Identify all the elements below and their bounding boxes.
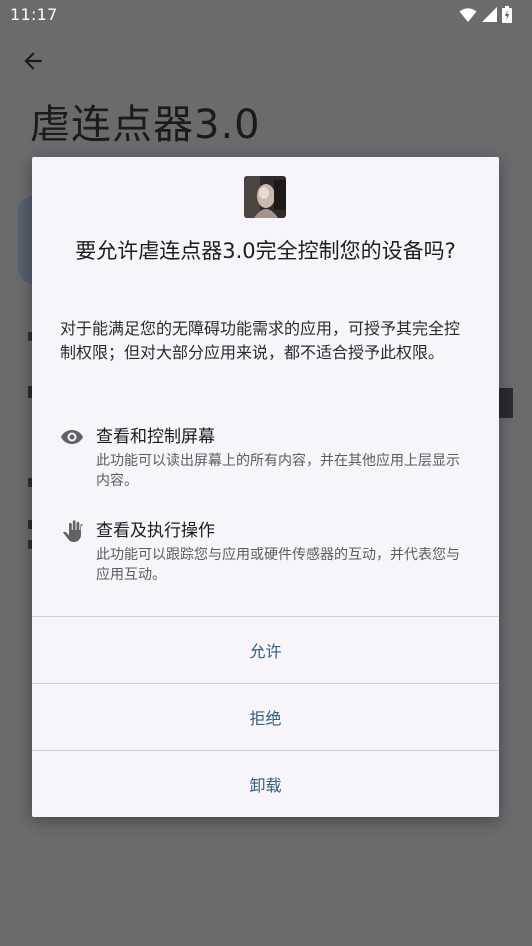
- dialog-title: 要允许虐连点器3.0完全控制您的设备吗?: [75, 239, 456, 263]
- wifi-icon: [459, 7, 477, 22]
- permission-title: 查看和控制屏幕: [96, 427, 215, 447]
- status-time: 11:17: [10, 5, 58, 24]
- uninstall-button[interactable]: 卸载: [32, 751, 499, 817]
- status-icons: [459, 6, 512, 23]
- dialog-description: 对于能满足您的无障碍功能需求的应用，可授予其完全控制权限；但对大部分应用来说，都…: [60, 319, 461, 362]
- permission-description: 此功能可以跟踪您与应用或硬件传感器的互动，并代表您与应用互动。: [96, 547, 460, 583]
- accessibility-permission-dialog: 要允许虐连点器3.0完全控制您的设备吗? 对于能满足您的无障碍功能需求的应用，可…: [32, 157, 499, 817]
- arrow-back-icon[interactable]: [20, 48, 46, 74]
- permission-title: 查看及执行操作: [96, 521, 215, 541]
- hand-icon: [63, 520, 83, 542]
- deny-button[interactable]: 拒绝: [32, 684, 499, 750]
- app-title: 虐连点器3.0: [30, 102, 261, 148]
- dialog-header: 要允许虐连点器3.0完全控制您的设备吗? 对于能满足您的无障碍功能需求的应用，可…: [32, 157, 499, 457]
- battery-icon: [502, 6, 512, 23]
- app-icon: [244, 176, 286, 218]
- eye-icon: [61, 430, 83, 444]
- signal-icon: [482, 7, 497, 22]
- permission-description: 此功能可以读出屏幕上的所有内容，并在其他应用上层显示内容。: [96, 453, 460, 489]
- status-bar: 11:17: [0, 0, 532, 30]
- allow-button[interactable]: 允许: [32, 617, 499, 683]
